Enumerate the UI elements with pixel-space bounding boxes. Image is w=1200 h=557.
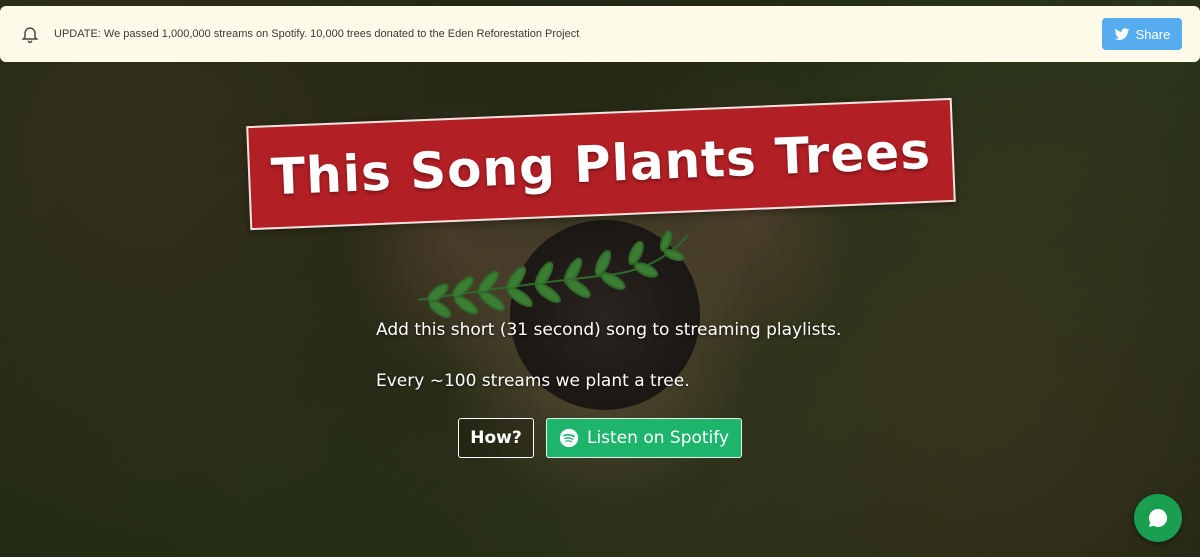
description-line-2: Every ~100 streams we plant a tree. bbox=[376, 371, 690, 391]
description-line-1: Add this short (31 second) song to strea… bbox=[376, 320, 842, 340]
chat-button[interactable] bbox=[1134, 494, 1182, 542]
chat-icon bbox=[1146, 506, 1170, 530]
page-title: This Song Plants Trees bbox=[269, 121, 933, 207]
listen-on-spotify-button[interactable]: Listen on Spotify bbox=[546, 418, 742, 458]
update-banner: UPDATE: We passed 1,000,000 streams on S… bbox=[0, 6, 1200, 62]
update-banner-text: UPDATE: We passed 1,000,000 streams on S… bbox=[54, 28, 580, 40]
how-button[interactable]: How? bbox=[458, 418, 534, 458]
share-button[interactable]: Share bbox=[1102, 18, 1182, 50]
hero-background bbox=[0, 0, 1200, 557]
spotify-icon bbox=[559, 428, 579, 448]
bell-icon bbox=[20, 24, 40, 44]
share-button-label: Share bbox=[1135, 26, 1171, 42]
twitter-icon bbox=[1114, 26, 1130, 42]
spotify-button-label: Listen on Spotify bbox=[586, 428, 730, 448]
